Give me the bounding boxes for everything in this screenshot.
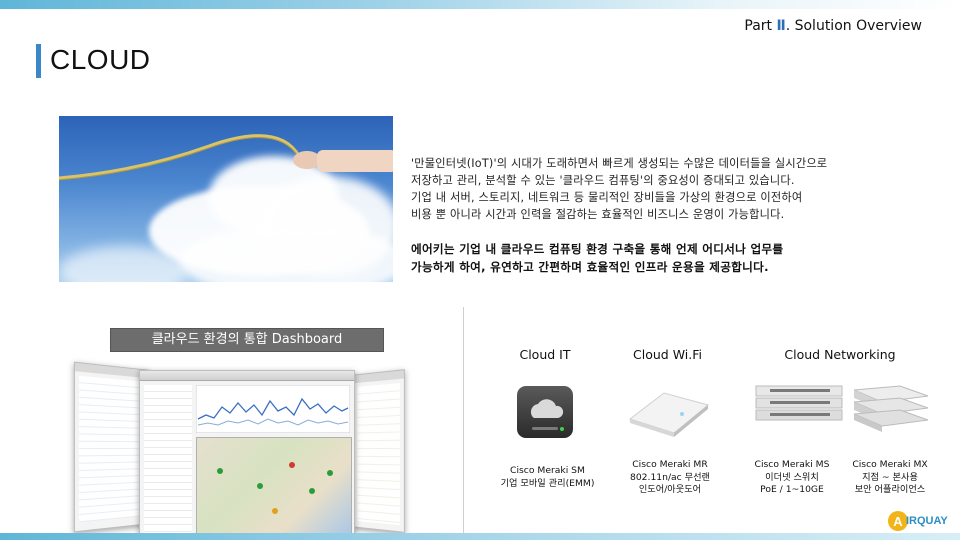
intro-line: 비용 뿐 아니라 시간과 인력을 절감하는 효율적인 비즈니스 운영이 가능합니… [411, 206, 921, 223]
meraki-mr-access-point [620, 383, 712, 439]
part-numeral: Ⅱ [776, 18, 785, 34]
highlight-line: 가능하게 하여, 유연하고 간편하며 효율적인 인프라 운용을 제공합니다. [411, 258, 921, 276]
top-gradient-bar [0, 0, 960, 9]
map-land [197, 438, 351, 536]
map-pin-icon [327, 470, 333, 476]
map-panel [196, 437, 352, 537]
intro-line: '만물인터넷(IoT)'의 시대가 도래하면서 빠르게 생성되는 수많은 데이터… [411, 155, 921, 172]
cloud-wifi-caption: Cisco Meraki MR 802.11n/ac 무선랜 인도어/아웃도어 [615, 459, 725, 497]
caption-line: 지점 ~ 본사용 [840, 472, 940, 485]
table-area [79, 376, 146, 523]
highlight-paragraph: 에어키는 기업 내 클라우드 컴퓨팅 환경 구축을 통해 언제 어디서나 업무를… [411, 240, 921, 276]
meraki-ms-caption: Cisco Meraki MS 이더넷 스위치 PoE / 1~10GE [742, 459, 842, 497]
caption-line: Cisco Meraki MR [615, 459, 725, 472]
map-pin-icon [309, 488, 315, 494]
intro-line: 기업 내 서버, 스토리지, 네트워크 등 물리적인 장비들을 가상의 환경으로… [411, 189, 921, 206]
caption-line: Cisco Meraki SM [490, 465, 605, 478]
dashboard-label: 클라우드 환경의 통합 Dashboard [110, 328, 384, 352]
cable-svg [59, 116, 393, 282]
title-accent-bar [36, 44, 41, 78]
dashboard-screenshot-main [139, 370, 355, 540]
vertical-divider [463, 307, 464, 535]
caption-line: Cisco Meraki MS [742, 459, 842, 472]
sidebar-list [144, 385, 192, 535]
section-header: Part Ⅱ. Solution Overview [744, 18, 922, 34]
highlight-line: 에어키는 기업 내 클라우드 컴퓨팅 환경 구축을 통해 언제 어디서나 업무를 [411, 240, 921, 258]
logo-letter: A [893, 514, 903, 529]
caption-line: PoE / 1~10GE [742, 484, 842, 497]
part-suffix: . Solution Overview [786, 18, 922, 34]
map-pin-icon [257, 483, 263, 489]
dashboard-screenshot-right [353, 369, 405, 533]
cloud-it-caption: Cisco Meraki SM 기업 모바일 관리(EMM) [490, 465, 605, 490]
browser-titlebar [140, 371, 354, 381]
cloud-wifi-title: Cloud Wi.Fi [620, 347, 715, 362]
map-pin-icon [272, 508, 278, 514]
caption-line: 보안 어플라이언스 [840, 484, 940, 497]
caption-line: 기업 모바일 관리(EMM) [490, 478, 605, 491]
traffic-chart [196, 385, 350, 433]
meraki-mx-caption: Cisco Meraki MX 지점 ~ 본사용 보안 어플라이언스 [840, 459, 940, 497]
map-pin-icon [217, 468, 223, 474]
cloud-networking-title: Cloud Networking [770, 347, 910, 362]
meraki-ms-mx-switches [750, 384, 930, 434]
caption-line: 인도어/아웃도어 [615, 484, 725, 497]
map-pin-icon [289, 462, 295, 468]
caption-line: Cisco Meraki MX [840, 459, 940, 472]
intro-paragraph: '만물인터넷(IoT)'의 시대가 도래하면서 빠르게 생성되는 수많은 데이터… [411, 155, 921, 223]
window-titlebar [354, 370, 404, 383]
caption-line: 이더넷 스위치 [742, 472, 842, 485]
meraki-sm-cloud-icon [516, 385, 574, 439]
page-title: CLOUD [50, 44, 151, 76]
cloud-it-title: Cloud IT [500, 347, 590, 362]
intro-line: 저장하고 관리, 분석할 수 있는 '클라우드 컴퓨팅'의 중요성이 증대되고 … [411, 172, 921, 189]
table-area [357, 383, 400, 525]
hero-cloud-image [59, 116, 393, 282]
airquay-logo-text: IRQUAY [906, 515, 948, 527]
caption-line: 802.11n/ac 무선랜 [615, 472, 725, 485]
bottom-gradient-bar [0, 533, 960, 540]
part-prefix: Part [744, 18, 776, 34]
